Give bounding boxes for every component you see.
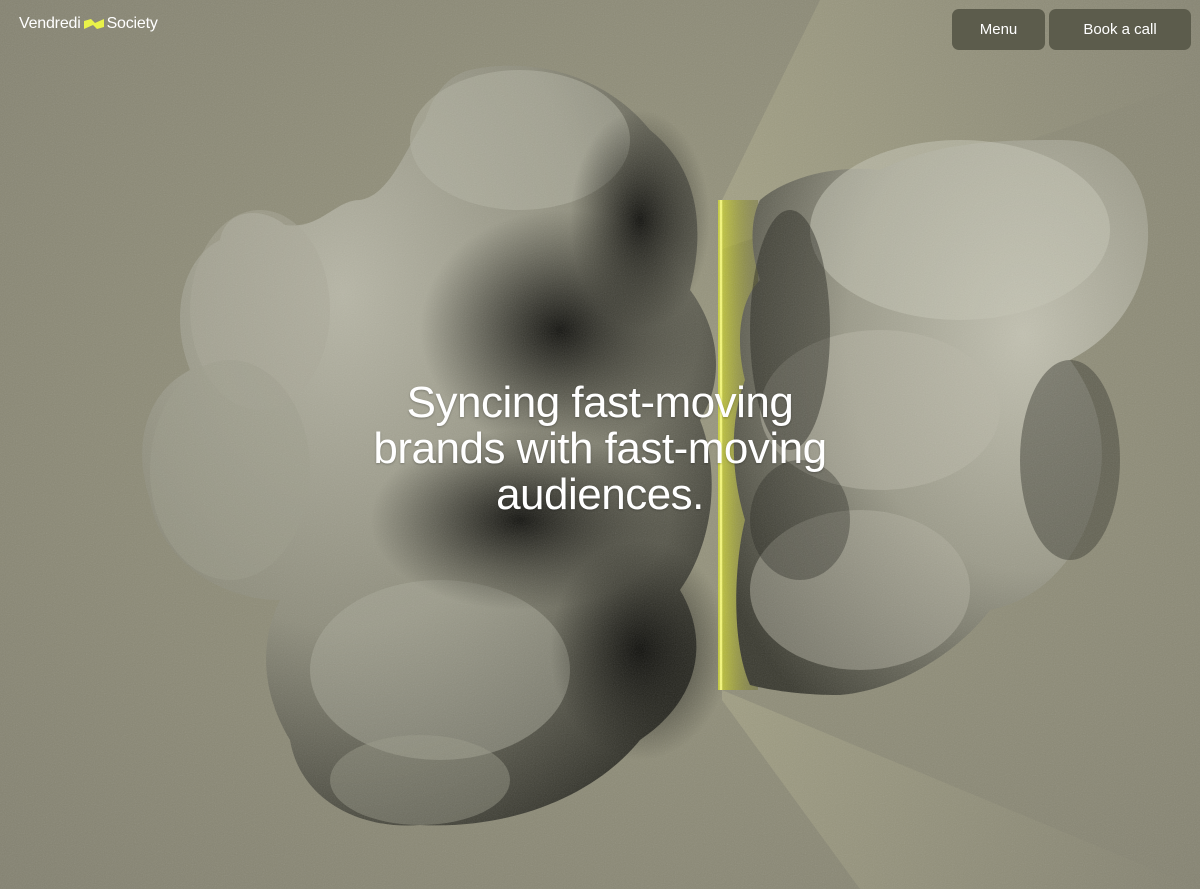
headline-line-3: audiences. — [496, 470, 704, 519]
brand-logo[interactable]: Vendredi Society — [19, 15, 158, 33]
menu-button[interactable]: Menu — [952, 9, 1045, 50]
book-a-call-button[interactable]: Book a call — [1049, 9, 1191, 50]
headline-line-1: Syncing fast-moving — [406, 378, 794, 427]
hero-headline: Syncing fast-moving brands with fast-mov… — [300, 380, 900, 518]
headline-line-2: brands with fast-moving — [373, 424, 827, 473]
lightning-mark-icon — [83, 19, 104, 29]
brand-name-left: Vendredi — [19, 15, 81, 32]
brand-name-right: Society — [106, 15, 158, 32]
